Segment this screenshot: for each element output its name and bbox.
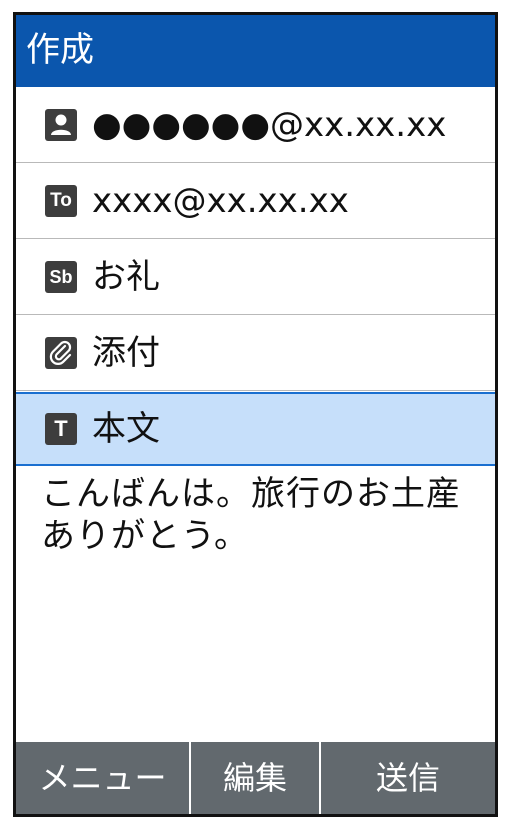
text-icon: T	[45, 413, 77, 445]
body-field-label: 本文	[92, 409, 160, 449]
message-body[interactable]: こんばんは。旅行のお土産ありがとう。	[41, 473, 481, 557]
phone-screen: 作成 ●●●●●●@xx.xx.xx To xxxx@xx.xx.xx Sb お…	[13, 12, 498, 817]
to-address: xxxx@xx.xx.xx	[92, 181, 349, 221]
to-field[interactable]: To xxxx@xx.xx.xx	[16, 163, 495, 239]
subject-field[interactable]: Sb お礼	[16, 239, 495, 315]
person-icon	[45, 109, 77, 141]
to-icon: To	[45, 185, 77, 217]
attachment-field[interactable]: 添付	[16, 315, 495, 391]
edit-softkey[interactable]: 編集	[191, 742, 319, 814]
subject-icon: Sb	[45, 261, 77, 293]
send-softkey[interactable]: 送信	[321, 742, 495, 814]
softkey-bar: メニュー 編集 送信	[16, 742, 495, 814]
attachment-label: 添付	[92, 333, 160, 373]
paperclip-icon	[45, 337, 77, 369]
menu-softkey[interactable]: メニュー	[16, 742, 189, 814]
subject-text: お礼	[92, 257, 160, 297]
body-field[interactable]: T 本文	[16, 392, 495, 466]
from-field[interactable]: ●●●●●●@xx.xx.xx	[16, 87, 495, 163]
from-address: ●●●●●●@xx.xx.xx	[92, 105, 447, 145]
title-bar: 作成	[16, 15, 495, 87]
page-title: 作成	[26, 30, 94, 70]
